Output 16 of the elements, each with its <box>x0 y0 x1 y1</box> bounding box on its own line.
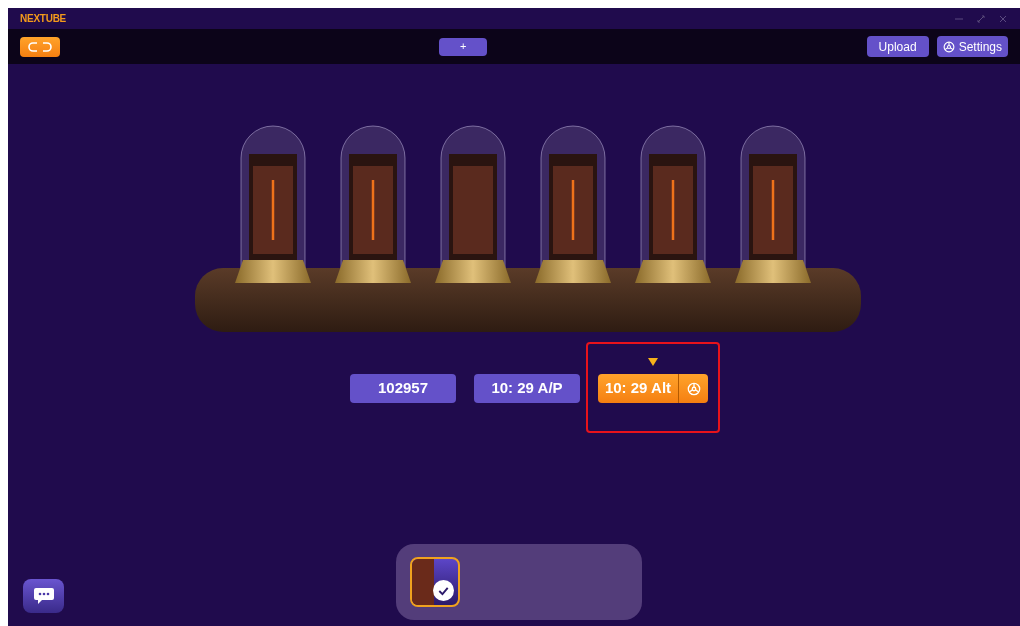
link-icon <box>28 40 52 53</box>
settings-button[interactable]: Settings <box>936 36 1008 57</box>
chat-button[interactable] <box>23 579 64 613</box>
link-button[interactable] <box>20 36 60 57</box>
window-title: NEXTUBE <box>20 12 67 26</box>
theme-thumbnail[interactable] <box>410 557 460 607</box>
mode-settings-button[interactable] <box>678 374 708 403</box>
triangle-indicator-icon <box>648 358 658 366</box>
settings-icon <box>942 40 955 53</box>
mode-button[interactable]: 10: 29 A/P <box>474 374 580 403</box>
settings-icon <box>686 381 701 396</box>
chat-icon <box>31 586 56 606</box>
add-button[interactable]: + <box>439 37 488 56</box>
upload-button[interactable]: Upload <box>866 36 929 57</box>
mode-button[interactable]: 102957 <box>350 374 456 403</box>
checkmark-icon <box>433 580 454 601</box>
